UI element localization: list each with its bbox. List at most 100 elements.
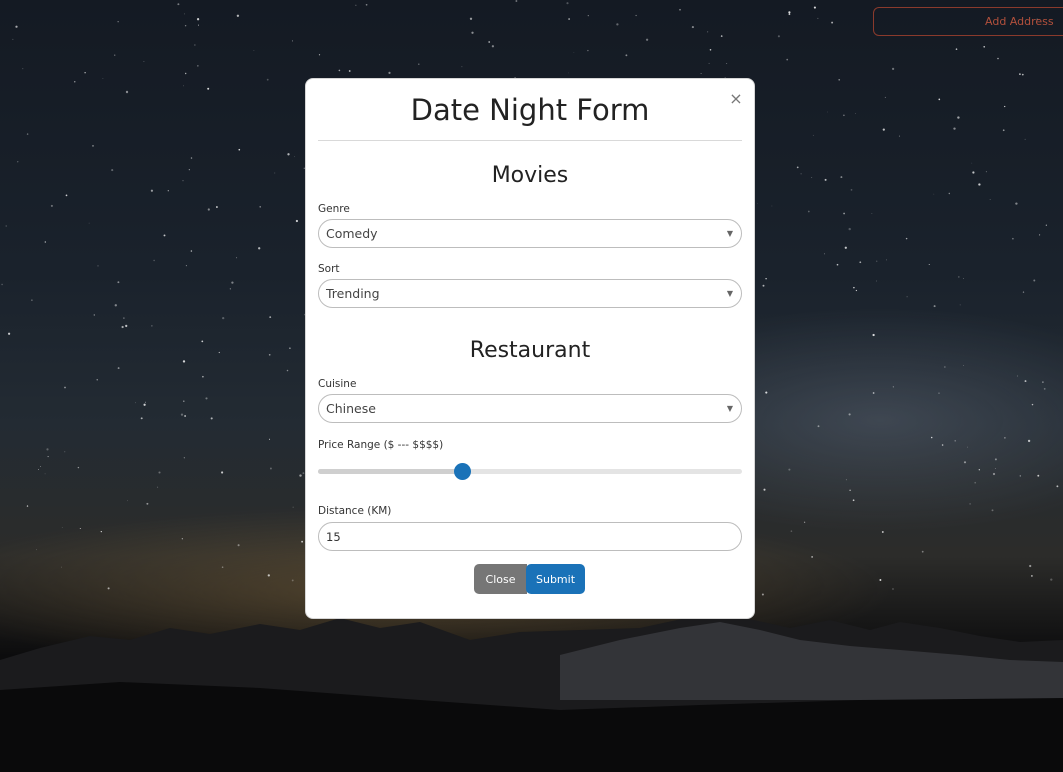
star: [1045, 224, 1047, 226]
star: [215, 206, 218, 208]
star: [180, 413, 184, 416]
star: [295, 219, 299, 223]
star: [892, 386, 894, 388]
star: [205, 397, 208, 400]
star: [143, 403, 146, 406]
star: [884, 96, 886, 98]
star: [1037, 474, 1040, 477]
star: [289, 347, 291, 350]
star: [65, 194, 68, 197]
price-range-thumb[interactable]: [454, 463, 472, 480]
star: [568, 18, 570, 20]
star: [461, 66, 463, 68]
genre-select[interactable]: Comedy ▼: [318, 219, 742, 248]
star: [859, 261, 862, 264]
star: [1029, 564, 1032, 568]
star: [188, 169, 190, 171]
sort-select[interactable]: Trending ▼: [318, 279, 742, 308]
star: [60, 566, 62, 568]
star: [221, 471, 224, 474]
star: [207, 87, 210, 90]
star: [515, 0, 518, 2]
star: [47, 456, 49, 458]
star: [963, 365, 964, 367]
star: [1042, 381, 1044, 383]
star: [872, 333, 875, 337]
star: [183, 400, 185, 402]
star: [1019, 73, 1021, 75]
star: [788, 468, 791, 471]
star: [145, 401, 147, 403]
chevron-down-icon: ▼: [726, 229, 733, 238]
star: [1012, 237, 1014, 240]
star: [126, 325, 127, 327]
submit-button[interactable]: Submit: [526, 564, 585, 594]
star: [763, 488, 766, 491]
star: [691, 26, 694, 29]
star: [757, 203, 758, 204]
star: [107, 587, 110, 590]
star: [237, 544, 240, 547]
star: [997, 57, 999, 60]
star: [843, 212, 845, 215]
star: [100, 530, 102, 533]
star: [813, 6, 816, 9]
star: [5, 225, 7, 227]
star: [850, 189, 853, 191]
star: [167, 190, 169, 192]
star: [1027, 439, 1031, 443]
star: [994, 468, 996, 469]
cuisine-select-value: Chinese: [326, 401, 376, 416]
star: [111, 169, 114, 172]
star: [974, 481, 977, 484]
genre-select-value: Comedy: [326, 226, 378, 241]
star: [876, 260, 878, 262]
star: [181, 538, 183, 540]
star: [185, 72, 187, 75]
star: [983, 45, 986, 48]
star: [948, 192, 951, 195]
distance-input[interactable]: [318, 522, 742, 551]
star: [1, 283, 3, 286]
add-address-button[interactable]: Add Address: [873, 7, 1063, 36]
star: [222, 316, 225, 320]
star: [146, 502, 149, 505]
star: [824, 253, 825, 255]
star: [933, 305, 936, 308]
star: [1016, 375, 1018, 377]
star: [879, 579, 882, 581]
star: [989, 198, 991, 200]
star: [1050, 578, 1053, 581]
star: [291, 579, 294, 582]
star: [97, 265, 99, 267]
star: [872, 392, 875, 394]
star: [836, 263, 839, 266]
star: [7, 332, 11, 335]
star: [418, 63, 420, 65]
star: [573, 51, 575, 53]
star: [957, 116, 960, 119]
star: [229, 288, 231, 290]
star: [190, 250, 193, 252]
star: [938, 98, 941, 101]
star: [708, 62, 710, 64]
price-range-slider[interactable]: [318, 463, 742, 480]
close-button[interactable]: Close: [474, 564, 527, 594]
star: [61, 527, 63, 528]
star: [15, 25, 18, 28]
star: [221, 566, 224, 569]
star: [292, 506, 294, 508]
star: [803, 521, 806, 523]
star: [218, 351, 220, 354]
title-divider: [318, 140, 742, 141]
star: [238, 148, 241, 151]
star: [853, 286, 855, 289]
star: [645, 38, 649, 41]
cuisine-select[interactable]: Chinese ▼: [318, 394, 742, 423]
star: [236, 14, 240, 17]
star: [299, 474, 302, 477]
star: [182, 85, 184, 87]
star: [266, 78, 269, 81]
star: [153, 259, 155, 262]
star: [848, 413, 851, 416]
